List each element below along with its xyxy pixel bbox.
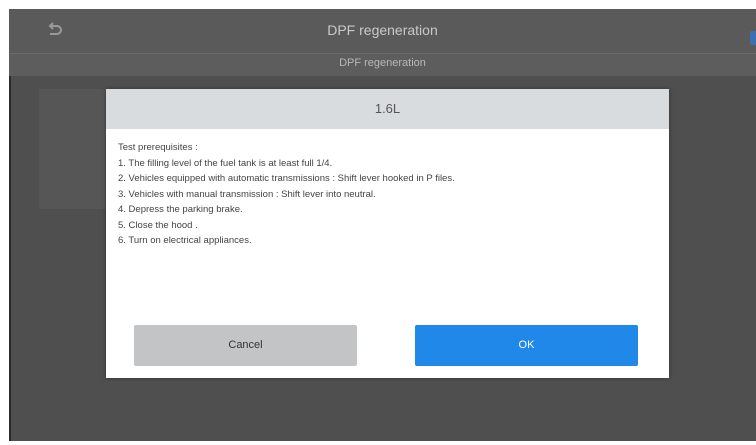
dialog-header: 1.6L xyxy=(106,89,669,129)
dialog-title: 1.6L xyxy=(374,101,401,116)
page-title: DPF regeneration xyxy=(327,22,438,38)
sub-header: DPF regeneration xyxy=(9,53,756,76)
list-item: 4. Depress the parking brake. xyxy=(118,204,243,215)
cancel-button[interactable]: Cancel xyxy=(134,325,357,366)
prerequisites-dialog: 1.6L Test prerequisites : 1. The filling… xyxy=(106,89,669,378)
list-item: 3. Vehicles with manual transmission : S… xyxy=(118,188,376,200)
menu-icon[interactable] xyxy=(750,31,756,45)
list-item: 6. Turn on electrical appliances. xyxy=(118,235,252,246)
sub-title: DPF regeneration xyxy=(339,57,426,69)
dialog-body: Test prerequisites : 1. The filling leve… xyxy=(118,140,658,249)
prerequisites-heading: Test prerequisites : xyxy=(118,142,198,153)
list-item: 1. The filling level of the fuel tank is… xyxy=(118,157,333,169)
list-item: 2. Vehicles equipped with automatic tran… xyxy=(118,173,455,184)
ok-button[interactable]: OK xyxy=(415,325,638,366)
list-item: 5. Close the hood . xyxy=(118,219,198,231)
title-bar: DPF regeneration xyxy=(9,9,756,53)
